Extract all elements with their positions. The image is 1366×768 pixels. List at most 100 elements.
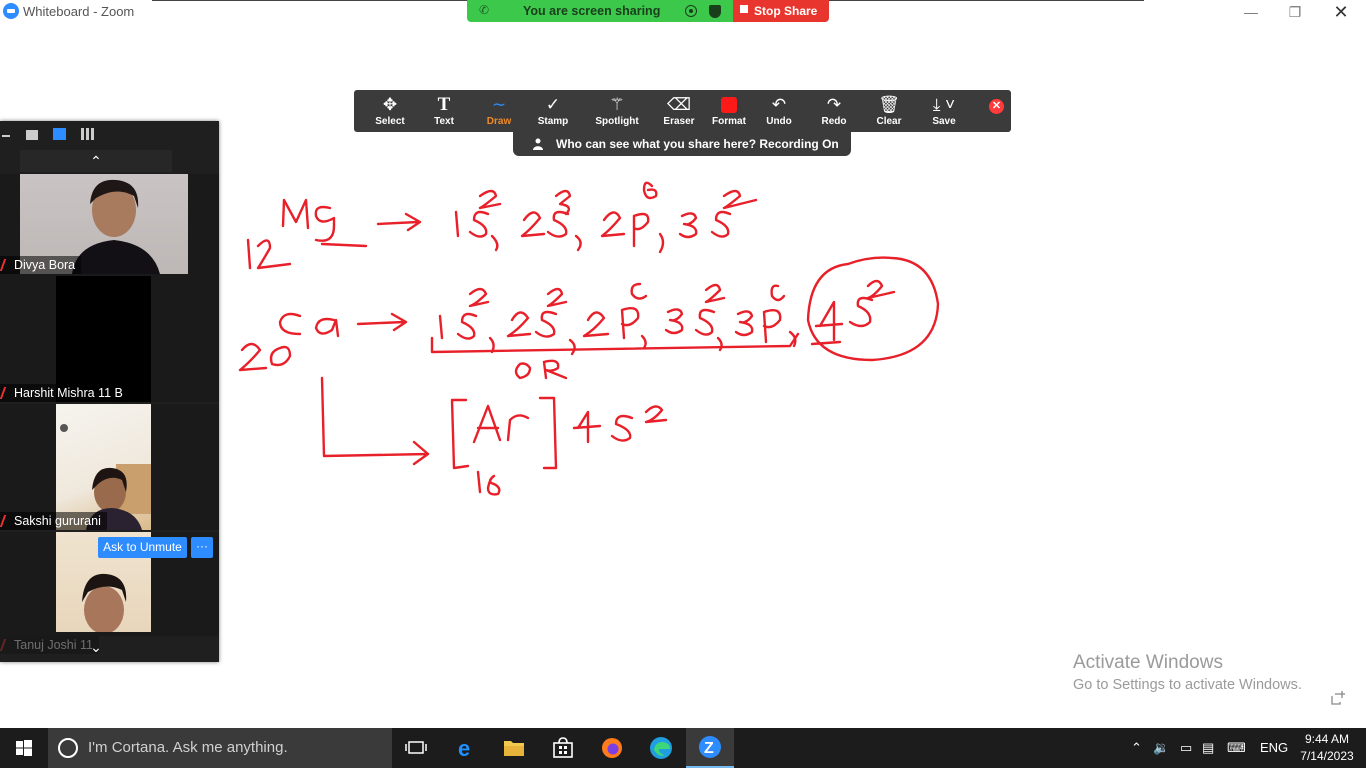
format-tool[interactable]: Format — [703, 94, 755, 130]
scroll-down-button[interactable]: ⌄ — [20, 636, 172, 658]
share-corner-icon[interactable] — [1330, 690, 1346, 706]
muted-mic-icon — [0, 639, 13, 651]
scroll-up-button[interactable]: ⌃ — [20, 150, 172, 172]
windows-taskbar: I'm Cortana. Ask me anything. e Z ⌃ 🔉 ▭ … — [0, 728, 1366, 768]
select-tool[interactable]: ✥ Select — [364, 94, 416, 130]
gallery-view-icon[interactable] — [81, 128, 95, 140]
firefox-taskbar-app[interactable] — [588, 728, 636, 768]
participant-name-bar: Sakshi gururani — [0, 512, 107, 530]
check-icon: ✓ — [545, 95, 561, 114]
zoom-whiteboard-window: Whiteboard - Zoom — ❐ ✕ ✆ You are screen… — [0, 0, 1366, 768]
ink-ar-line — [320, 376, 668, 496]
shield-icon[interactable] — [709, 5, 721, 18]
store-taskbar-app[interactable] — [539, 728, 587, 768]
internet-explorer-icon: e — [458, 736, 470, 761]
show-hidden-icons-button[interactable]: ⌃ — [1131, 728, 1142, 768]
ink-ca-line — [238, 256, 940, 380]
svg-text:Z: Z — [704, 740, 714, 757]
tool-label: Spotlight — [595, 116, 639, 127]
muted-mic-icon — [0, 515, 13, 527]
wand-icon: ⚚ — [609, 95, 625, 114]
more-options-button[interactable]: ··· — [191, 537, 213, 558]
svg-text:e: e — [458, 736, 470, 761]
minimize-video-icon[interactable] — [2, 135, 10, 137]
save-tool[interactable]: ⤓ ˅ Save — [918, 94, 970, 130]
speaker-view-icon[interactable] — [53, 128, 66, 140]
panel-view-controls — [0, 121, 219, 149]
volume-icon[interactable]: 🔉 — [1153, 728, 1169, 768]
window-title: Whiteboard - Zoom — [23, 4, 135, 19]
participant-name: Harshit Mishra 11 B — [14, 386, 123, 400]
ie-taskbar-app[interactable]: e — [441, 728, 489, 768]
battery-icon[interactable]: ▭ — [1180, 728, 1192, 768]
cortana-search-box[interactable]: I'm Cortana. Ask me anything. — [48, 728, 392, 768]
trash-icon: 🗑 — [878, 95, 900, 114]
tool-label: Clear — [876, 116, 902, 127]
move-icon: ✥ — [382, 95, 398, 114]
screen-sharing-banner[interactable]: ✆ You are screen sharing — [467, 0, 733, 22]
spotlight-tool[interactable]: ⚚ Spotlight — [590, 94, 644, 130]
taskbar-clock[interactable]: 9:44 AM 7/14/2023 — [1296, 731, 1358, 765]
eraser-icon: ⌫ — [666, 95, 692, 114]
undo-tool[interactable]: ↶ Undo — [753, 94, 805, 130]
clear-tool[interactable]: 🗑 Clear — [863, 94, 915, 130]
participant-tile[interactable]: Harshit Mishra 11 B — [0, 276, 219, 402]
zoom-app-icon: Z — [699, 736, 721, 758]
stop-share-button[interactable]: Stop Share — [733, 0, 829, 22]
person-icon — [533, 138, 543, 150]
tool-label: Select — [375, 116, 405, 127]
tool-label: Save — [932, 116, 956, 127]
close-button[interactable]: ✕ — [1326, 2, 1356, 22]
text-tool[interactable]: T Text — [418, 94, 470, 130]
minimize-button[interactable]: — — [1236, 2, 1266, 22]
text-icon: T — [437, 94, 451, 115]
zoom-logo-icon — [3, 3, 19, 19]
keyboard-icon[interactable]: ⌨ — [1227, 728, 1246, 768]
annotation-toolbar: ✥ Select T Text ∼ Draw ✓ Stamp ⚚ Spotlig… — [354, 90, 1011, 132]
recording-notice-text: Who can see what you share here? Recordi… — [556, 137, 839, 151]
eraser-tool[interactable]: ⌫ Eraser — [653, 94, 705, 130]
windows-logo-icon — [16, 740, 32, 756]
start-button[interactable] — [0, 728, 48, 768]
ask-to-unmute-button[interactable]: Ask to Unmute — [98, 537, 187, 558]
watermark-title: Activate Windows — [1073, 652, 1223, 673]
stamp-tool[interactable]: ✓ Stamp — [527, 94, 579, 130]
draw-tool[interactable]: ∼ Draw — [473, 94, 525, 130]
stop-icon — [740, 5, 748, 13]
tool-label: Redo — [821, 116, 847, 127]
restore-button[interactable]: ❐ — [1280, 2, 1310, 22]
redo-tool[interactable]: ↷ Redo — [808, 94, 860, 130]
input-language[interactable]: ENG — [1260, 728, 1288, 768]
chevron-down-icon: ⌄ — [90, 639, 102, 655]
watermark-subtitle: Go to Settings to activate Windows. — [1073, 677, 1302, 693]
tool-label: Eraser — [663, 116, 695, 127]
phone-icon: ✆ — [479, 3, 490, 17]
participant-gallery-panel: ⌃ Divya Bora Harshit Mishra 11 B Sakshi … — [0, 121, 219, 662]
file-explorer-taskbar-app[interactable] — [490, 728, 538, 768]
participant-tile[interactable]: Sakshi gururani — [0, 404, 219, 530]
stop-share-label: Stop Share — [754, 4, 818, 18]
task-view-button[interactable] — [392, 728, 440, 768]
redo-icon: ↷ — [826, 95, 842, 114]
cortana-placeholder: I'm Cortana. Ask me anything. — [88, 739, 288, 756]
participant-name: Divya Bora — [14, 258, 76, 272]
firefox-icon — [602, 738, 622, 758]
zoom-taskbar-app[interactable]: Z — [686, 728, 734, 768]
save-icon: ⤓ ˅ — [932, 95, 956, 114]
draw-icon: ∼ — [491, 95, 507, 114]
edge-taskbar-app[interactable] — [637, 728, 685, 768]
recording-notice-bar[interactable]: Who can see what you share here? Recordi… — [513, 132, 851, 156]
tool-label: Stamp — [537, 116, 569, 127]
record-icon[interactable] — [685, 5, 697, 17]
format-icon — [703, 94, 755, 116]
action-center-icon[interactable]: ▤ — [1202, 728, 1214, 768]
close-toolbar-icon[interactable]: ✕ — [989, 99, 1004, 114]
tool-label: Text — [434, 116, 454, 127]
tool-label: Undo — [766, 116, 792, 127]
tool-label: Format — [712, 116, 746, 127]
cortana-icon — [58, 738, 78, 758]
hide-video-icon[interactable] — [26, 130, 38, 140]
folder-icon — [504, 741, 524, 756]
clock-date: 7/14/2023 — [1300, 749, 1354, 763]
chevron-up-icon: ⌃ — [90, 153, 102, 169]
